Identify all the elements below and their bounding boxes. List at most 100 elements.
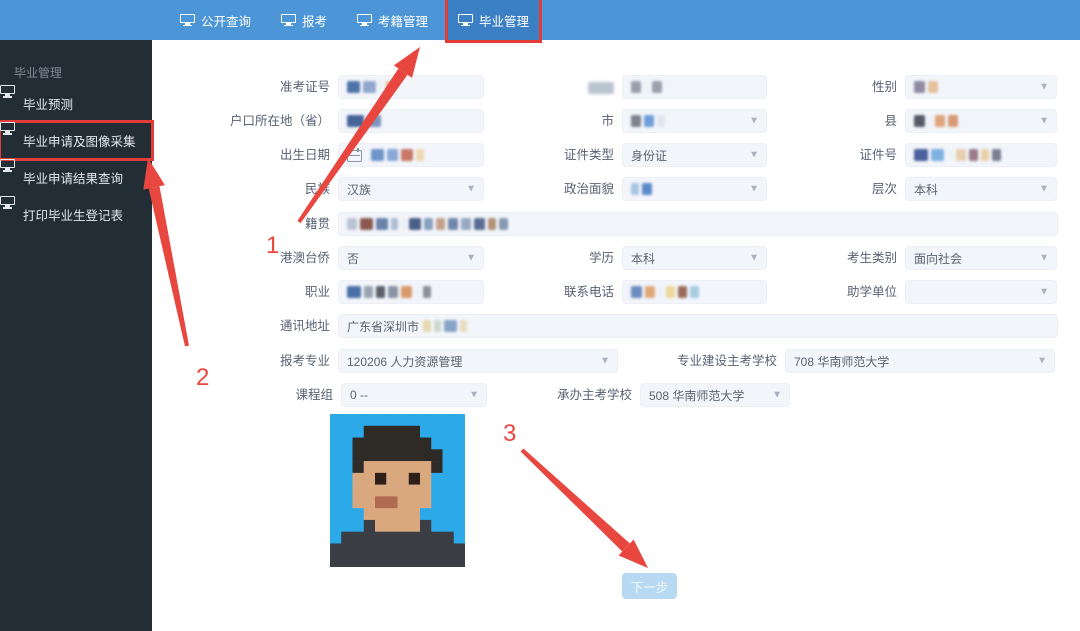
- candidate-photo: [330, 414, 465, 567]
- redacted-block: [652, 81, 662, 93]
- kcz-label: 课程组: [295, 388, 333, 402]
- mz-label: 民族: [304, 182, 330, 196]
- nav-tab-label: 考籍管理: [378, 14, 429, 29]
- monitor-icon: [180, 13, 195, 27]
- redacted-block: [364, 286, 373, 298]
- zjlx-value: 身份证: [631, 148, 668, 163]
- redacted-block: [499, 218, 508, 230]
- hkszd-label: 户口所在地（省）: [229, 114, 330, 128]
- redacted-block: [928, 81, 938, 93]
- nav-tab-label: 公开查询: [201, 14, 252, 29]
- redacted-block: [434, 320, 442, 332]
- redacted-block: [424, 218, 433, 230]
- nav-tab-1[interactable]: 公开查询: [170, 0, 261, 40]
- sidebar-menu: 毕业预测毕业申请及图像采集毕业申请结果查询打印毕业生登记表: [0, 85, 154, 233]
- redacted-block: [347, 115, 364, 127]
- cbzk-select[interactable]: 508 华南师范大学 ▼: [640, 383, 790, 407]
- cc-select[interactable]: 本科 ▼: [905, 177, 1057, 201]
- zjlx-select[interactable]: 身份证 ▼: [622, 143, 767, 167]
- redacted-block: [444, 320, 458, 332]
- kslb-select[interactable]: 面向社会 ▼: [905, 246, 1057, 270]
- redacted-block: [935, 115, 945, 127]
- redacted-block: [423, 286, 431, 298]
- redacted-block: [376, 286, 385, 298]
- graduation-management-app: 公开查询 报考 考籍管理 毕业管理 毕业管理 毕业预测 毕业申请及图像采集 毕业申请结果查…: [0, 0, 1080, 631]
- xl-label: 学历: [588, 251, 614, 265]
- nav-tab-4[interactable]: 毕业管理: [445, 0, 543, 43]
- csrq-input[interactable]: [338, 143, 484, 167]
- zjlx-label: 证件类型: [563, 148, 614, 162]
- sidebar-item-label: 毕业申请及图像采集: [23, 135, 136, 149]
- chevron-down-icon: ▼: [1039, 183, 1049, 195]
- redacted-block: [631, 81, 641, 93]
- nav-tab-label: 毕业管理: [479, 14, 530, 29]
- sidebar-item-1[interactable]: 毕业预测: [0, 85, 152, 122]
- redacted-block: [666, 286, 675, 298]
- jg-input[interactable]: [338, 212, 1058, 236]
- zyjs-select[interactable]: 708 华南师范大学 ▼: [785, 349, 1055, 373]
- redacted-block: [423, 320, 432, 332]
- zjh-input[interactable]: [905, 143, 1057, 167]
- txdz-label: 通讯地址: [279, 319, 330, 333]
- redacted-block: [969, 149, 978, 161]
- calendar-icon: [347, 147, 363, 163]
- kslb-label: 考生类别: [846, 251, 897, 265]
- txdz-input[interactable]: 广东省深圳市: [338, 314, 1058, 338]
- monitor-icon: [281, 13, 297, 27]
- xl-select[interactable]: 本科 ▼: [622, 246, 767, 270]
- next-step-button[interactable]: 下一步: [622, 573, 677, 599]
- xm-label-redacted: [588, 81, 614, 94]
- sidebar-item-label: 打印毕业生登记表: [23, 209, 124, 223]
- gatq-select[interactable]: 否 ▼: [338, 246, 484, 270]
- redacted-block: [461, 218, 471, 230]
- shi-label: 市: [601, 114, 614, 128]
- cc-label: 层次: [871, 182, 897, 196]
- redacted-block: [488, 218, 496, 230]
- nav-tab-3[interactable]: 考籍管理: [347, 0, 438, 40]
- csrq-label: 出生日期: [279, 148, 330, 162]
- redacted-block: [347, 286, 361, 298]
- sidebar-item-3[interactable]: 毕业申请结果查询: [0, 159, 152, 196]
- redacted-block: [631, 183, 639, 195]
- redacted-block: [690, 286, 699, 298]
- lxdh-input[interactable]: [622, 280, 767, 304]
- zkzh-input[interactable]: [338, 75, 484, 99]
- redacted-block: [347, 218, 357, 230]
- redacted-block: [678, 286, 687, 298]
- redacted-block: [644, 115, 654, 127]
- monitor-icon: [458, 13, 474, 27]
- shi-select[interactable]: ▼: [622, 109, 767, 133]
- redacted-block: [360, 218, 373, 230]
- xl-value: 本科: [631, 251, 656, 266]
- bkzy-label: 报考专业: [279, 354, 330, 368]
- bkzy-select[interactable]: 120206 人力资源管理 ▼: [338, 349, 618, 373]
- nav-tab-2[interactable]: 报考: [271, 0, 337, 40]
- zkzh-label: 准考证号: [279, 80, 330, 94]
- redacted-block: [914, 115, 925, 127]
- mz-select[interactable]: 汉族 ▼: [338, 177, 484, 201]
- redacted-block: [391, 218, 398, 230]
- sidebar-item-4[interactable]: 打印毕业生登记表: [0, 196, 152, 233]
- zjh-label: 证件号: [859, 148, 897, 162]
- xian-select[interactable]: ▼: [905, 109, 1057, 133]
- cbzk-label: 承办主考学校: [556, 388, 632, 402]
- sidebar: 毕业管理 毕业预测 毕业申请及图像采集 毕业申请结果查询 打印毕业生登记表: [0, 40, 154, 631]
- xb-select[interactable]: ▼: [905, 75, 1057, 99]
- redacted-block: [416, 149, 424, 161]
- kcz-select[interactable]: 0 -- ▼: [341, 383, 487, 407]
- kslb-value: 面向社会: [914, 251, 963, 266]
- chevron-down-icon: ▼: [1039, 81, 1049, 93]
- redacted-block: [387, 149, 398, 161]
- gatq-label: 港澳台侨: [279, 251, 330, 265]
- sidebar-item-2[interactable]: 毕业申请及图像采集: [0, 120, 154, 161]
- zxdw-select[interactable]: ▼: [905, 280, 1057, 304]
- xm-input[interactable]: [622, 75, 767, 99]
- redacted-block: [347, 81, 360, 93]
- redacted-block: [388, 286, 398, 298]
- jg-label: 籍贯: [304, 217, 330, 231]
- chevron-down-icon: ▼: [1039, 115, 1049, 127]
- hkszd-input[interactable]: [338, 109, 484, 133]
- zy-input[interactable]: [338, 280, 484, 304]
- zzmm-select[interactable]: ▼: [622, 177, 767, 201]
- redacted-block: [460, 320, 468, 332]
